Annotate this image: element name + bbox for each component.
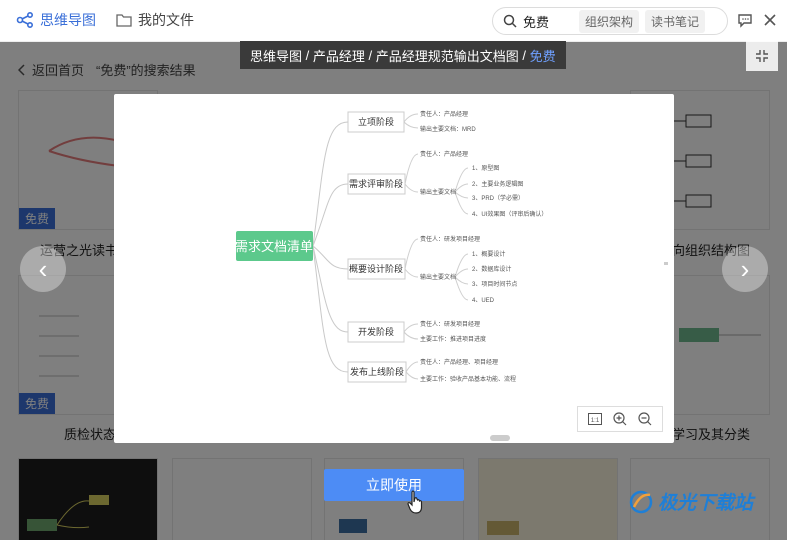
watermark: 极光下载站 <box>628 488 753 515</box>
leaf-text: 4、UI效果图（评审后确认） <box>472 210 547 218</box>
brand-label: 思维导图 <box>40 12 96 28</box>
use-now-button[interactable]: 立即使用 <box>324 469 464 501</box>
scroll-handle[interactable] <box>664 262 668 265</box>
leaf-text: 主要工作：验收产品基本功能、流程 <box>420 375 516 383</box>
actual-size-label: 1:1 <box>590 418 599 424</box>
folder-icon <box>116 14 132 27</box>
leaf-text: 1、概要设计 <box>472 250 505 258</box>
branch-label: 立项阶段 <box>358 116 394 127</box>
close-icon[interactable] <box>762 12 778 28</box>
message-icon[interactable] <box>737 12 753 28</box>
pager-handle[interactable] <box>490 435 510 441</box>
leaf-text: 责任人：产品经理、项目经理 <box>420 358 498 366</box>
zoom-in-icon[interactable] <box>613 412 627 426</box>
search-chip-org[interactable]: 组织架构 <box>579 9 640 33</box>
mindmap-canvas: 需求文档清单 立项阶段 需求评审阶段 概要设计阶段 开发阶段 发布上线阶段 责任… <box>235 110 668 441</box>
my-files-link[interactable]: 我的文件 <box>116 10 194 30</box>
mindmap-icon <box>16 11 34 29</box>
leaf-text: 责任人：产品经理 <box>420 150 468 158</box>
top-bar: 思维导图 我的文件 免费 组织架构 读书笔记 <box>0 0 787 42</box>
leaf-text: 3、项目时间节点 <box>472 280 517 288</box>
leaf-text: 2、主要业务逻辑图 <box>472 180 523 188</box>
leaf-text: 责任人：产品经理 <box>420 110 468 118</box>
branch-label: 需求评审阶段 <box>349 178 403 189</box>
leaf-text: 责任人：研发项目经理 <box>420 320 480 328</box>
mindmap-root-label: 需求文档清单 <box>235 239 313 254</box>
breadcrumb-item[interactable]: 思维导图 <box>250 46 302 65</box>
search-chip-notes[interactable]: 读书笔记 <box>645 9 706 33</box>
collapse-icon <box>756 50 768 62</box>
breadcrumb: 思维导图 / 产品经理 / 产品经理规范输出文档图 / 免费 <box>240 41 566 69</box>
hand-cursor-icon <box>407 490 423 514</box>
leaf-text: 输出主要文档：MRD <box>420 125 476 133</box>
next-button[interactable]: › <box>722 246 768 292</box>
preview-modal: 需求文档清单 立项阶段 需求评审阶段 概要设计阶段 开发阶段 发布上线阶段 责任… <box>114 94 674 443</box>
watermark-logo-icon <box>629 490 653 513</box>
leaf-text: 3、PRD（学必需） <box>472 194 524 202</box>
zoom-toolbar: 1:1 <box>577 406 663 432</box>
leaf-text: 4、UED <box>472 298 495 304</box>
branch-label: 发布上线阶段 <box>350 366 404 377</box>
exit-fullscreen-button[interactable] <box>746 41 778 71</box>
breadcrumb-item[interactable]: 产品经理 <box>313 46 365 65</box>
leaf-text: 输出主要文档 <box>420 273 456 281</box>
breadcrumb-item[interactable]: 产品经理规范输出文档图 <box>376 46 519 65</box>
my-files-label: 我的文件 <box>138 12 194 28</box>
chevron-left-icon: ‹ <box>38 253 48 284</box>
search-icon <box>503 14 517 28</box>
chevron-right-icon: › <box>740 253 750 284</box>
leaf-text: 主要工作：推进项目进度 <box>420 335 486 343</box>
breadcrumb-current: 免费 <box>529 48 556 64</box>
search-input[interactable]: 免费 <box>523 12 573 31</box>
branch-label: 开发阶段 <box>358 326 394 337</box>
zoom-out-icon[interactable] <box>638 412 652 426</box>
leaf-text: 1、原型图 <box>472 164 499 172</box>
prev-button[interactable]: ‹ <box>20 246 66 292</box>
leaf-text: 输出主要文档 <box>420 188 456 196</box>
branch-label: 概要设计阶段 <box>349 263 403 274</box>
search-box[interactable]: 免费 组织架构 读书笔记 <box>492 7 728 35</box>
actual-size-icon[interactable]: 1:1 <box>587 413 602 425</box>
leaf-text: 责任人：研发项目经理 <box>420 235 480 243</box>
brand-link[interactable]: 思维导图 <box>16 10 96 30</box>
watermark-text: 极光下载站 <box>658 493 754 514</box>
leaf-text: 2、数据库设计 <box>472 265 511 273</box>
mindmap-root[interactable]: 需求文档清单 <box>235 231 313 261</box>
